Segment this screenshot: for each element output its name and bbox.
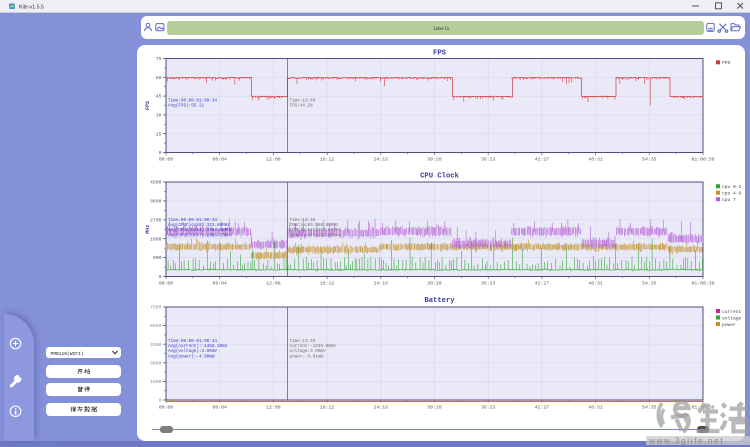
svg-text:Kite-v1.5.5: Kite-v1.5.5 bbox=[19, 5, 44, 11]
svg-text:12:08: 12:08 bbox=[266, 405, 281, 411]
svg-text:current: current bbox=[722, 309, 742, 315]
svg-text:0: 0 bbox=[159, 150, 162, 156]
svg-text:FPS:44.28: FPS:44.28 bbox=[290, 104, 314, 109]
svg-text:Avg(FPS):55.21: Avg(FPS):55.21 bbox=[168, 104, 205, 109]
svg-text:FPS: FPS bbox=[722, 60, 731, 66]
svg-text:30:20: 30:20 bbox=[427, 281, 442, 287]
svg-text:18:12: 18:12 bbox=[320, 157, 335, 163]
svg-text:CPUClock7:2112.00MHz: CPUClock7:2112.00MHz bbox=[290, 233, 342, 238]
svg-text:18:12: 18:12 bbox=[320, 281, 335, 287]
svg-text:00:00: 00:00 bbox=[159, 281, 174, 287]
svg-text:36:23: 36:23 bbox=[481, 281, 496, 287]
svg-text:06:04: 06:04 bbox=[212, 157, 227, 163]
svg-text:www.3glife.net: www.3glife.net bbox=[648, 437, 724, 446]
svg-text:30:20: 30:20 bbox=[427, 157, 442, 163]
svg-text:1500: 1500 bbox=[150, 379, 162, 385]
svg-text:3000: 3000 bbox=[150, 360, 162, 366]
svg-text:7500: 7500 bbox=[150, 305, 162, 311]
svg-text:54:35: 54:35 bbox=[642, 157, 657, 163]
svg-text:24:16: 24:16 bbox=[374, 281, 389, 287]
svg-text:Avg(power):-4.90mW: Avg(power):-4.90mW bbox=[168, 354, 215, 359]
svg-text:3600: 3600 bbox=[150, 199, 162, 205]
svg-text:4500: 4500 bbox=[150, 342, 162, 348]
svg-text:cpu 0-3: cpu 0-3 bbox=[722, 184, 742, 190]
svg-text:MHz: MHz bbox=[145, 225, 151, 234]
svg-text:42:27: 42:27 bbox=[535, 281, 550, 287]
svg-text:power:-4.01mW: power:-4.01mW bbox=[290, 354, 324, 359]
svg-text:voltage: voltage bbox=[722, 315, 742, 321]
svg-text:36:23: 36:23 bbox=[481, 157, 496, 163]
svg-text:36:23: 36:23 bbox=[481, 405, 496, 411]
svg-text:45: 45 bbox=[156, 94, 162, 100]
svg-text:12:08: 12:08 bbox=[266, 281, 281, 287]
svg-text:54:35: 54:35 bbox=[642, 405, 657, 411]
svg-text:CPU Clock: CPU Clock bbox=[420, 173, 460, 181]
svg-text:00:00: 00:00 bbox=[159, 405, 174, 411]
svg-text:18:12: 18:12 bbox=[320, 405, 335, 411]
svg-text:54:35: 54:35 bbox=[642, 281, 657, 287]
svg-text:FPS: FPS bbox=[145, 101, 151, 110]
svg-text:30: 30 bbox=[156, 113, 162, 119]
svg-text:48:31: 48:31 bbox=[588, 281, 603, 287]
svg-text:Battery: Battery bbox=[424, 297, 455, 305]
svg-text:1800: 1800 bbox=[150, 236, 162, 242]
svg-text:24:16: 24:16 bbox=[374, 157, 389, 163]
svg-text:Avg(CPUClock7):2096.33MHz: Avg(CPUClock7):2096.33MHz bbox=[168, 233, 233, 238]
svg-text:30:20: 30:20 bbox=[427, 405, 442, 411]
svg-text:06:04: 06:04 bbox=[212, 405, 227, 411]
svg-text:label1: label1 bbox=[433, 26, 450, 32]
svg-text:FPS: FPS bbox=[433, 50, 447, 58]
svg-text:15: 15 bbox=[156, 131, 162, 137]
svg-text:cpu 7: cpu 7 bbox=[722, 197, 736, 203]
svg-text:2700: 2700 bbox=[150, 217, 162, 223]
svg-text:48:31: 48:31 bbox=[588, 405, 603, 411]
svg-text:00:00: 00:00 bbox=[159, 157, 174, 163]
svg-text:75: 75 bbox=[156, 56, 162, 62]
svg-text:900: 900 bbox=[153, 255, 162, 261]
svg-text:06:04: 06:04 bbox=[212, 281, 227, 287]
svg-text:42:27: 42:27 bbox=[535, 157, 550, 163]
svg-text:PMB110(WIFI): PMB110(WIFI) bbox=[51, 351, 84, 357]
svg-text:01:00:39: 01:00:39 bbox=[691, 157, 714, 163]
svg-text:42:27: 42:27 bbox=[535, 405, 550, 411]
svg-text:cpu 4-6: cpu 4-6 bbox=[722, 191, 742, 197]
svg-text:01:00:39: 01:00:39 bbox=[691, 281, 714, 287]
svg-text:0: 0 bbox=[159, 274, 162, 280]
svg-text:60: 60 bbox=[156, 75, 162, 81]
svg-text:24:16: 24:16 bbox=[374, 405, 389, 411]
svg-text:0: 0 bbox=[159, 398, 162, 404]
svg-text:6000: 6000 bbox=[150, 323, 162, 329]
svg-text:12:08: 12:08 bbox=[266, 157, 281, 163]
svg-text:4500: 4500 bbox=[150, 180, 162, 186]
svg-text:power: power bbox=[722, 323, 736, 328]
svg-text:48:31: 48:31 bbox=[588, 157, 603, 163]
